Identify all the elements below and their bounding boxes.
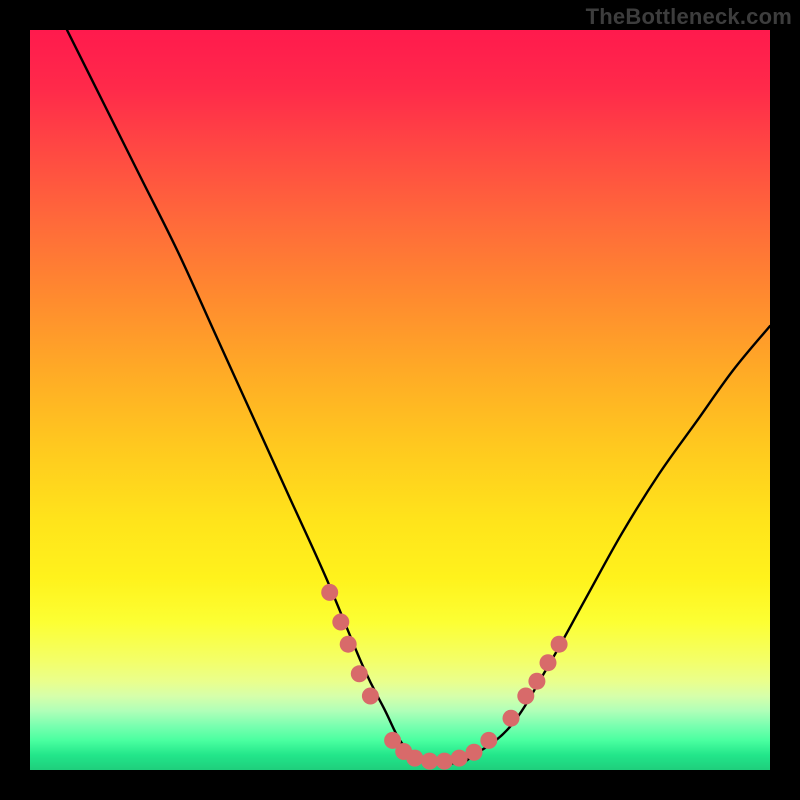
data-point — [332, 614, 349, 631]
data-point — [451, 750, 468, 767]
watermark-text: TheBottleneck.com — [586, 4, 792, 30]
data-point — [551, 636, 568, 653]
data-point — [362, 688, 379, 705]
data-point — [421, 753, 438, 770]
chart-frame: TheBottleneck.com — [0, 0, 800, 800]
data-point — [480, 732, 497, 749]
data-point — [321, 584, 338, 601]
data-point — [340, 636, 357, 653]
data-point — [528, 673, 545, 690]
chart-svg — [30, 30, 770, 770]
plot-area — [30, 30, 770, 770]
data-point — [540, 654, 557, 671]
data-point — [351, 665, 368, 682]
data-point — [517, 688, 534, 705]
data-point — [436, 753, 453, 770]
data-point — [503, 710, 520, 727]
data-point — [466, 744, 483, 761]
data-point — [406, 750, 423, 767]
bottleneck-curve — [67, 30, 770, 764]
